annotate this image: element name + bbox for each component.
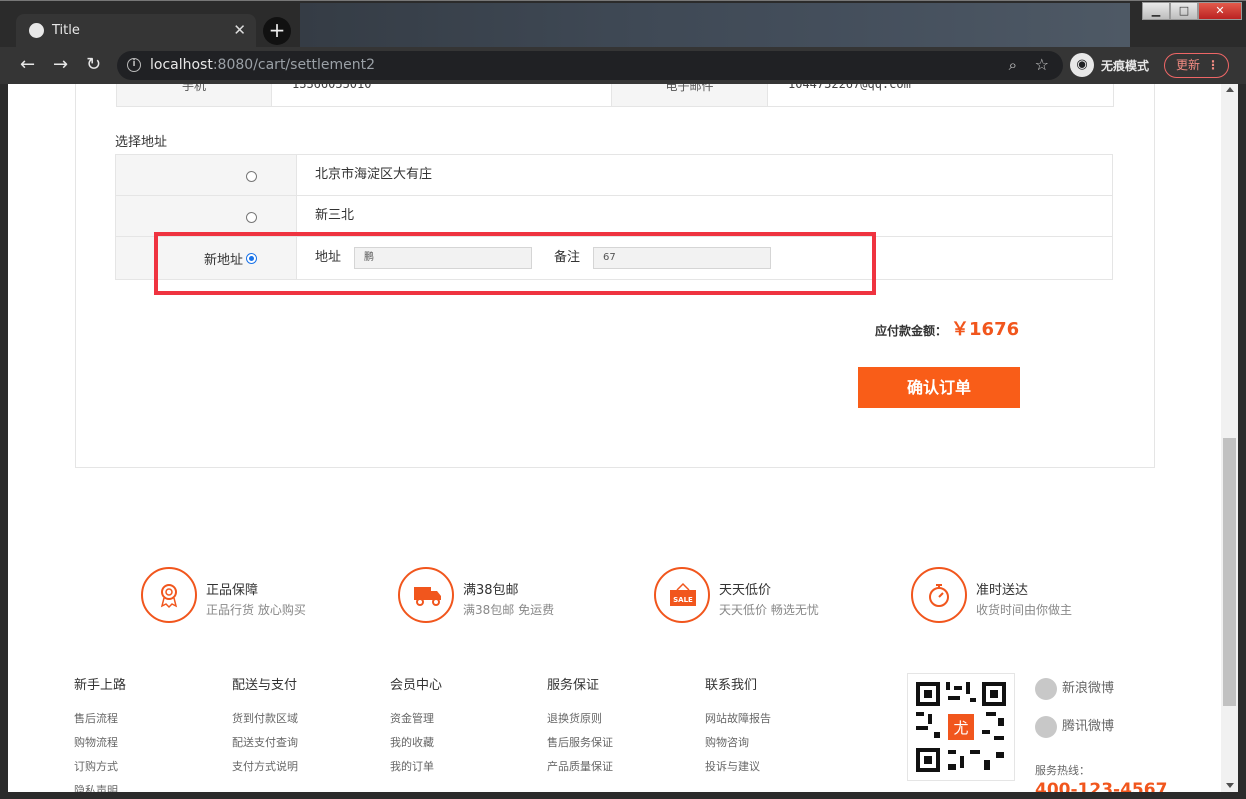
window-frame-left xyxy=(0,84,8,799)
footer-link[interactable]: 订购方式 xyxy=(74,758,126,774)
footer-column-title: 联系我们 xyxy=(705,678,758,693)
tencent-weibo-icon xyxy=(1035,715,1057,738)
feature-subtitle: 天天低价 畅选无忧 xyxy=(719,603,819,617)
reload-icon[interactable]: ↻ xyxy=(86,54,101,75)
back-arrow-icon[interactable]: ← xyxy=(20,54,35,75)
browser-toolbar: ← → ↻ i localhost:8080/cart/settlement2 … xyxy=(0,47,1246,84)
browser-tab[interactable]: Title ✕ xyxy=(16,14,256,48)
update-button[interactable]: 更新 ⋮ xyxy=(1164,53,1229,78)
footer-link[interactable]: 支付方式说明 xyxy=(232,758,298,774)
browser-titlebar: Title ✕ + ▁ □ ✕ xyxy=(0,0,1246,48)
confirm-order-button[interactable]: 确认订单 xyxy=(858,367,1020,408)
window-close-button[interactable]: ✕ xyxy=(1198,2,1242,20)
weibo-icon xyxy=(1035,677,1057,700)
tencent-weibo-link[interactable]: 腾讯微博 xyxy=(1035,715,1114,738)
address-option[interactable]: 新三北 xyxy=(116,196,1112,237)
sale-icon: SALE xyxy=(654,567,710,623)
footer-link[interactable]: 售后流程 xyxy=(74,710,126,726)
feature-title: 天天低价 xyxy=(719,583,772,598)
footer-link[interactable]: 货到付款区域 xyxy=(232,710,298,726)
incognito-indicator[interactable]: ◉ 无痕模式 xyxy=(1070,53,1158,78)
hotline-label: 服务热线： xyxy=(1035,764,1090,777)
truck-icon xyxy=(398,567,454,623)
footer-link[interactable]: 资金管理 xyxy=(390,710,442,726)
footer-column-guide: 新手上路 售后流程 购物流程 订购方式 隐私声明 xyxy=(74,674,126,792)
page-scrollbar[interactable] xyxy=(1221,84,1238,792)
qr-code: 尤 xyxy=(907,673,1015,781)
feature-title: 满38包邮 xyxy=(463,583,519,598)
globe-icon xyxy=(29,23,44,38)
address-text-2: 新三北 xyxy=(315,208,355,223)
window-frame-right xyxy=(1238,84,1246,799)
feature-title: 准时送达 xyxy=(976,583,1029,598)
tencent-weibo-label: 腾讯微博 xyxy=(1062,719,1115,734)
total-label: 应付款金额： xyxy=(875,324,948,338)
footer-column-service: 服务保证 退换货原则 售后服务保证 产品质量保证 xyxy=(547,674,613,782)
address-bar[interactable]: i localhost:8080/cart/settlement2 ⌕ ☆ xyxy=(117,51,1063,80)
footer-link[interactable]: 网站故障报告 xyxy=(705,710,771,726)
feature-title: 正品保障 xyxy=(206,583,259,598)
footer-column-title: 配送与支付 xyxy=(232,678,298,693)
select-address-title: 选择地址 xyxy=(115,135,168,150)
award-icon xyxy=(141,567,197,623)
address-radio-2[interactable] xyxy=(246,212,257,223)
window-frame-bottom xyxy=(0,792,1246,799)
weibo-label: 新浪微博 xyxy=(1062,681,1115,696)
maximize-button[interactable]: □ xyxy=(1170,2,1198,20)
payment-total: 应付款金额： ￥1676 xyxy=(875,315,1019,341)
footer-column-member: 会员中心 资金管理 我的收藏 我的订单 xyxy=(390,674,442,782)
feature-subtitle: 收货时间由你做主 xyxy=(976,603,1073,617)
window-controls: ▁ □ ✕ xyxy=(1142,2,1242,20)
stopwatch-icon xyxy=(911,567,967,623)
titlebar-background xyxy=(300,3,1130,47)
footer-link[interactable]: 我的收藏 xyxy=(390,734,442,750)
new-tab-button[interactable]: + xyxy=(263,17,291,45)
footer-link[interactable]: 我的订单 xyxy=(390,758,442,774)
sale-icon-text: SALE xyxy=(673,596,693,604)
sina-weibo-link[interactable]: 新浪微博 xyxy=(1035,677,1114,700)
incognito-label: 无痕模式 xyxy=(1101,59,1150,73)
forward-arrow-icon[interactable]: → xyxy=(53,54,68,75)
qr-logo-char: 尤 xyxy=(953,719,968,737)
feature-subtitle: 满38包邮 免运费 xyxy=(463,603,555,617)
red-highlight-box xyxy=(154,232,876,295)
footer-column-title: 新手上路 xyxy=(74,678,127,693)
footer-column-title: 会员中心 xyxy=(390,678,443,693)
update-label: 更新 xyxy=(1176,58,1201,72)
tab-title: Title xyxy=(52,23,80,38)
address-radio-1[interactable] xyxy=(246,171,257,182)
footer-link[interactable]: 售后服务保证 xyxy=(547,734,613,750)
address-option[interactable]: 北京市海淀区大有庄 xyxy=(116,155,1112,196)
feature-subtitle: 正品行货 放心购买 xyxy=(206,603,306,617)
footer-link[interactable]: 投诉与建议 xyxy=(705,758,771,774)
close-tab-icon[interactable]: ✕ xyxy=(233,21,246,39)
footer-link[interactable]: 产品质量保证 xyxy=(547,758,613,774)
zoom-icon[interactable]: ⌕ xyxy=(1009,56,1017,74)
scroll-down-icon[interactable] xyxy=(1226,783,1234,788)
total-amount: ￥1676 xyxy=(951,319,1020,340)
footer-link[interactable]: 购物咨询 xyxy=(705,734,771,750)
footer-link[interactable]: 配送支付查询 xyxy=(232,734,298,750)
menu-dots-icon[interactable]: ⋮ xyxy=(1207,54,1219,77)
minimize-button[interactable]: ▁ xyxy=(1142,2,1170,20)
address-text-1: 北京市海淀区大有庄 xyxy=(315,167,433,182)
hotline-number: 400-123-4567 xyxy=(1035,780,1168,792)
url-text[interactable]: localhost:8080/cart/settlement2 xyxy=(150,57,375,73)
footer-link[interactable]: 退换货原则 xyxy=(547,710,613,726)
info-icon[interactable]: i xyxy=(127,58,141,72)
scroll-up-icon[interactable] xyxy=(1226,87,1234,92)
footer-column-title: 服务保证 xyxy=(547,678,600,693)
footer-column-delivery: 配送与支付 货到付款区域 配送支付查询 支付方式说明 xyxy=(232,674,298,782)
scrollbar-thumb[interactable] xyxy=(1223,438,1236,706)
page-viewport: 手机 13366055010 电子邮件 1044732267@qq.com 选择… xyxy=(8,84,1221,792)
bookmark-star-icon[interactable]: ☆ xyxy=(1035,55,1049,74)
footer-link[interactable]: 隐私声明 xyxy=(74,782,126,792)
incognito-icon: ◉ xyxy=(1070,53,1094,77)
footer-column-contact: 联系我们 网站故障报告 购物咨询 投诉与建议 xyxy=(705,674,771,782)
footer-link[interactable]: 购物流程 xyxy=(74,734,126,750)
